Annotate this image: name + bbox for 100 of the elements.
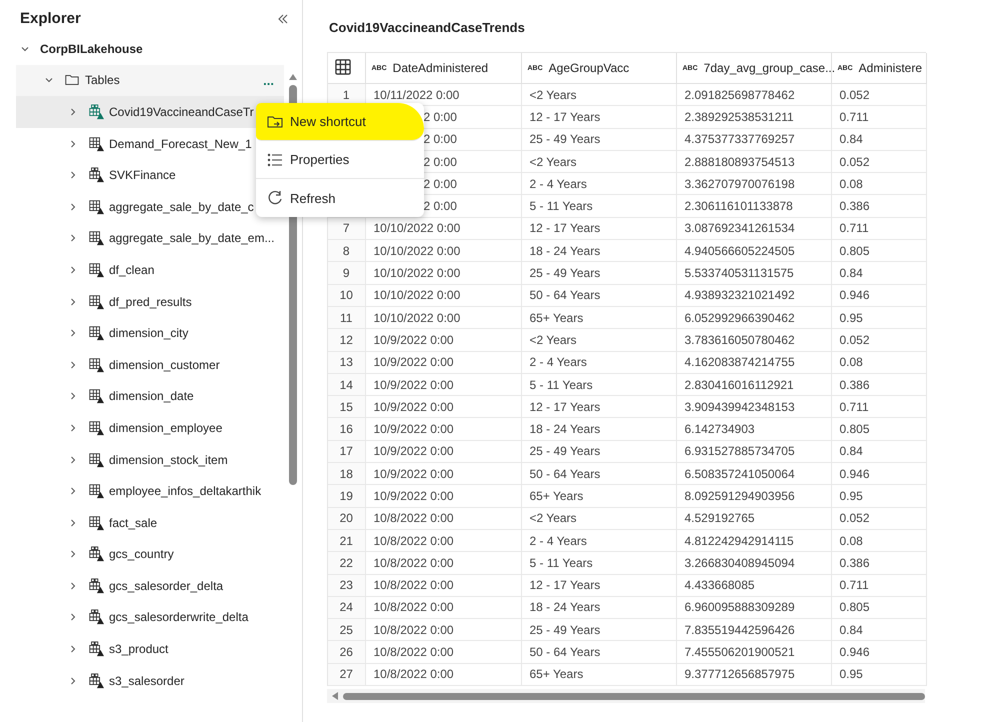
table-cell: 7.835519442596426 xyxy=(676,618,831,641)
table-cell: 25 - 49 Years xyxy=(521,262,676,284)
table-cell: 0.84 xyxy=(831,618,926,641)
chevron-right-icon xyxy=(68,233,78,244)
tree-item[interactable]: s3_salesorder xyxy=(16,664,284,696)
tree-item[interactable]: dimension_city xyxy=(16,317,284,349)
chevron-right-icon xyxy=(68,612,78,622)
linked-table-icon xyxy=(88,672,104,689)
row-number: 27 xyxy=(328,663,365,686)
tree-item[interactable]: gcs_country xyxy=(16,538,284,570)
table-cell: 0.711 xyxy=(831,574,926,596)
table-cell: 10/8/2022 0:00 xyxy=(365,529,521,552)
chevron-right-icon xyxy=(68,202,78,212)
linked-table-icon xyxy=(88,578,104,594)
table-cell: 3.362707970076198 xyxy=(676,172,831,195)
table-cell: 12 - 17 Years xyxy=(521,106,676,128)
table-cell: 3.909439942348153 xyxy=(676,396,831,418)
tree-item[interactable]: dimension_date xyxy=(16,380,284,412)
table-cell: 0.805 xyxy=(831,596,926,619)
row-number: 16 xyxy=(328,418,365,440)
table-cell: 65+ Years xyxy=(521,306,676,329)
table-cell: 4.162083874214755 xyxy=(676,351,831,374)
table-icon xyxy=(88,420,104,436)
tree-item[interactable]: df_pred_results xyxy=(16,286,284,318)
folder-item[interactable]: Tables ... xyxy=(16,64,284,96)
table-cell: 50 - 64 Years xyxy=(521,462,676,485)
tree-item[interactable]: fact_sale xyxy=(16,506,284,538)
tree-item[interactable]: employee_infos_deltakarthik xyxy=(16,475,284,507)
scrollbar-thumb[interactable] xyxy=(343,692,925,700)
chevron-right-icon xyxy=(68,106,78,117)
table-cell: <2 Years xyxy=(521,84,676,106)
table-cell: 0.84 xyxy=(831,440,926,463)
table-cell: 25 - 49 Years xyxy=(521,618,676,641)
table-cell: 18 - 24 Years xyxy=(521,240,676,262)
table-cell: 10/10/2022 0:00 xyxy=(365,240,521,262)
row-number: 8 xyxy=(328,240,365,262)
tree-item[interactable]: aggregate_sale_by_date_em... xyxy=(16,222,284,254)
table-icon xyxy=(88,198,104,215)
table-icon xyxy=(88,262,104,278)
table-cell: 10/9/2022 0:00 xyxy=(365,418,521,440)
table-cell: <2 Years xyxy=(521,507,676,530)
table-cell: 0.84 xyxy=(831,262,926,284)
table-cell: 6.960095888309289 xyxy=(676,596,831,619)
table-cell: 2 - 4 Years xyxy=(521,351,676,374)
table-cell: 0.95 xyxy=(831,663,926,686)
row-number: 9 xyxy=(328,262,365,284)
tree-item[interactable]: dimension_stock_item xyxy=(16,444,284,476)
tree-item[interactable]: dimension_employee xyxy=(16,412,284,444)
linked-table-icon xyxy=(88,641,104,658)
menu-item[interactable]: Properties xyxy=(256,141,424,179)
row-number: 15 xyxy=(328,396,365,418)
table-cell: 0.386 xyxy=(831,373,926,396)
row-number: 7 xyxy=(328,217,365,240)
table-cell: 0.711 xyxy=(831,217,926,240)
linked-table-icon xyxy=(88,167,104,184)
table-cell: 10/10/2022 0:00 xyxy=(365,262,521,284)
table-cell: 12 - 17 Years xyxy=(521,396,676,418)
lakehouse-item[interactable]: CorpBILakehouse xyxy=(16,33,284,65)
chevron-right-icon xyxy=(68,580,78,591)
table-cell: 18 - 24 Years xyxy=(521,418,676,440)
menu-item[interactable]: New shortcut xyxy=(256,103,424,141)
tree-item[interactable]: dimension_customer xyxy=(16,348,284,381)
table-cell: 3.087692341261534 xyxy=(676,217,831,240)
table-cell: 0.946 xyxy=(831,284,926,306)
row-number: 17 xyxy=(328,440,365,463)
table-cell: 4.938932321021492 xyxy=(676,284,831,306)
table-cell: 2.389292538531211 xyxy=(676,106,831,128)
tree-item[interactable]: s3_product xyxy=(16,633,284,665)
tree-item[interactable]: df_clean xyxy=(16,254,284,286)
chevron-right-icon xyxy=(68,264,78,275)
table-cell: 4.812242942914115 xyxy=(676,529,831,552)
tree-item[interactable]: gcs_salesorderwrite_delta xyxy=(16,602,284,634)
scroll-up-icon xyxy=(289,73,297,81)
tree-item[interactable]: gcs_salesorder_delta xyxy=(16,570,284,602)
table-icon xyxy=(88,388,104,404)
table-cell: 0.052 xyxy=(831,84,926,106)
table-cell: 7.455506201900521 xyxy=(676,640,831,664)
table-icon xyxy=(88,452,104,468)
table-cell: 10/8/2022 0:00 xyxy=(365,618,521,641)
table-cell: 0.08 xyxy=(831,351,926,374)
chevron-right-icon xyxy=(68,138,78,149)
linked-table-icon xyxy=(88,546,104,562)
table-cell: 0.711 xyxy=(831,396,926,418)
table-cell: 10/9/2022 0:00 xyxy=(365,462,521,485)
more-button[interactable]: ... xyxy=(261,72,276,88)
table-cell: 0.946 xyxy=(831,640,926,664)
chevron-right-icon xyxy=(68,170,78,180)
row-number: 12 xyxy=(328,328,365,352)
table-cell: 65+ Years xyxy=(521,663,676,686)
tree-item[interactable]: Covid19VaccineandCaseTr xyxy=(16,96,284,128)
table-cell: 4.529192765 xyxy=(676,507,831,530)
chevron-right-icon xyxy=(68,422,78,433)
refresh-icon xyxy=(266,189,284,207)
table-cell: 0.805 xyxy=(831,418,926,440)
table-cell: 10/9/2022 0:00 xyxy=(365,440,521,463)
table-cell: 2.888180893754513 xyxy=(676,150,831,173)
chevron-right-icon xyxy=(68,454,78,465)
linked-table-icon xyxy=(88,104,104,120)
table-cell: 10/10/2022 0:00 xyxy=(365,306,521,329)
table-cell: 10/9/2022 0:00 xyxy=(365,351,521,374)
